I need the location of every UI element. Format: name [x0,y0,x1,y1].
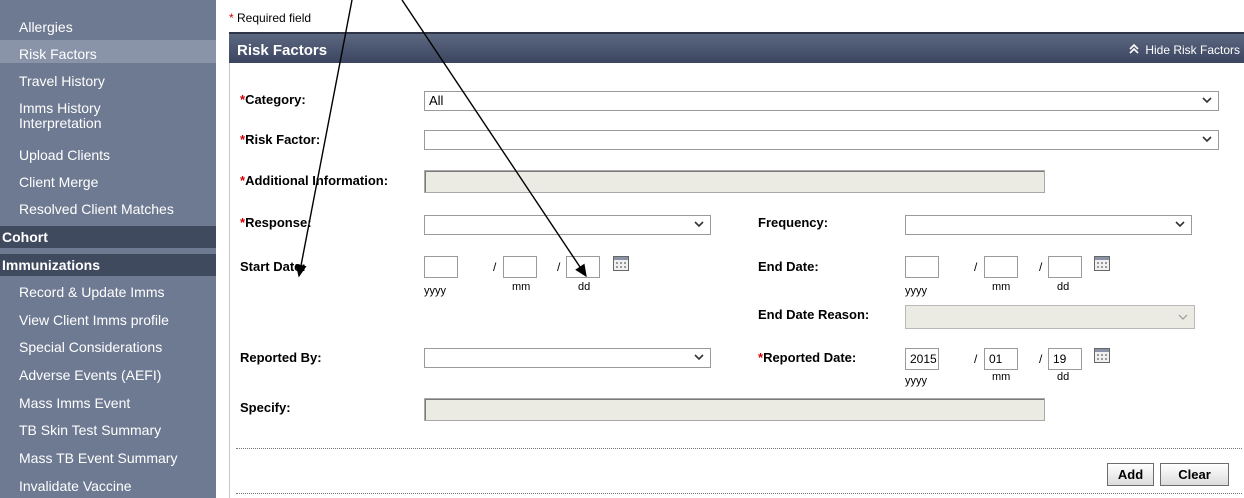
sidebar-item-adverse-events[interactable]: Adverse Events (AEFI) [0,367,216,383]
double-chevron-up-icon [1129,43,1142,57]
sidebar-item-record-update-imms[interactable]: Record & Update Imms [0,284,216,300]
sidebar-category-cohort[interactable]: Cohort [0,226,216,248]
chevron-down-icon [1202,97,1212,104]
start-date-day-input[interactable] [566,256,600,278]
reported-date-month-input[interactable]: 01 [984,348,1018,370]
specify-field[interactable] [424,398,1045,421]
start-date-label: Start Date: [240,259,306,274]
reported-date-dd-hint: dd [1057,371,1070,383]
end-date-reason-label: End Date Reason: [758,307,870,322]
calendar-icon[interactable] [1094,348,1110,363]
response-select[interactable] [424,215,711,235]
sidebar-item-invalidate-vaccine[interactable]: Invalidate Vaccine [0,478,216,494]
chevron-down-icon [694,354,704,361]
sidebar-item-tb-skin-test-summary[interactable]: TB Skin Test Summary [0,422,216,438]
risk-factor-label: *Risk Factor: [240,132,321,147]
sidebar: Allergies Risk Factors Travel History Im… [0,0,216,498]
required-note-text: Required field [237,11,312,25]
end-date-month-input[interactable] [984,256,1018,278]
reported-date-mm-hint: mm [992,371,1011,383]
sidebar-item-travel-history[interactable]: Travel History [0,73,216,89]
frequency-label: Frequency: [758,215,829,230]
calendar-icon[interactable] [1094,256,1110,271]
divider [236,493,1242,494]
panel-header: Risk Factors Hide Risk Factors [229,32,1244,63]
sidebar-item-view-client-imms[interactable]: View Client Imms profile [0,312,216,328]
chevron-down-icon [1175,221,1185,228]
date-separator: / [1039,260,1043,274]
hide-link-label: Hide Risk Factors [1145,43,1240,57]
reported-date-day-input[interactable]: 19 [1048,348,1082,370]
additional-information-field[interactable] [424,170,1045,193]
clear-button[interactable]: Clear [1160,463,1229,486]
required-star: * [229,11,234,25]
category-value: All [429,93,444,108]
sidebar-item-risk-factors[interactable]: Risk Factors [0,40,216,63]
sidebar-item-client-merge[interactable]: Client Merge [0,174,216,190]
sidebar-category-immunizations[interactable]: Immunizations [0,254,216,276]
sidebar-item-imms-history[interactable]: Imms History Interpretation [0,101,216,131]
sidebar-item-resolved-client-matches[interactable]: Resolved Client Matches [0,201,216,217]
frequency-select[interactable] [905,215,1192,235]
end-date-mm-hint: mm [992,281,1011,293]
end-date-dd-hint: dd [1057,281,1070,293]
date-separator: / [493,260,497,274]
start-date-year-input[interactable] [424,256,458,278]
end-date-day-input[interactable] [1048,256,1082,278]
sidebar-item-mass-tb-event-summary[interactable]: Mass TB Event Summary [0,450,216,466]
date-separator: / [1039,352,1043,366]
response-label: *Response: [240,215,312,230]
main-content: * Required field Risk Factors Hide Risk … [227,0,1244,498]
sidebar-item-special-considerations[interactable]: Special Considerations [0,339,216,355]
reported-date-yyyy-hint: yyyy [905,375,927,387]
panel-title: Risk Factors [237,42,328,59]
end-date-reason-select[interactable] [905,305,1195,329]
date-separator: / [974,352,978,366]
sidebar-item-upload-clients[interactable]: Upload Clients [0,147,216,163]
add-button[interactable]: Add [1107,463,1154,486]
sidebar-item-mass-imms-event[interactable]: Mass Imms Event [0,395,216,411]
chevron-down-icon [1178,314,1188,320]
risk-factors-form: *Category: All *Risk Factor: *Additional… [229,63,1244,498]
calendar-icon[interactable] [613,256,629,271]
chevron-down-icon [694,221,704,228]
category-select[interactable]: All [424,91,1219,111]
end-date-yyyy-hint: yyyy [905,285,927,297]
date-separator: / [974,260,978,274]
divider [236,448,1242,449]
reported-by-label: Reported By: [240,350,322,365]
start-date-month-input[interactable] [503,256,537,278]
start-date-yyyy-hint: yyyy [424,285,446,297]
reported-date-label: *Reported Date: [758,350,857,365]
start-date-dd-hint: dd [578,281,591,293]
required-field-note: * Required field [229,11,311,25]
additional-information-label: *Additional Information: [240,173,389,188]
specify-label: Specify: [240,400,291,415]
category-label: *Category: [240,92,306,107]
reported-by-select[interactable] [424,348,711,368]
end-date-year-input[interactable] [905,256,939,278]
risk-factor-select[interactable] [424,130,1219,150]
reported-date-year-input[interactable]: 2015 [905,348,939,370]
sidebar-item-allergies[interactable]: Allergies [0,19,216,35]
chevron-down-icon [1202,136,1212,143]
end-date-label: End Date: [758,259,819,274]
start-date-mm-hint: mm [512,281,531,293]
hide-risk-factors-link[interactable]: Hide Risk Factors [1129,43,1240,57]
date-separator: / [557,260,561,274]
